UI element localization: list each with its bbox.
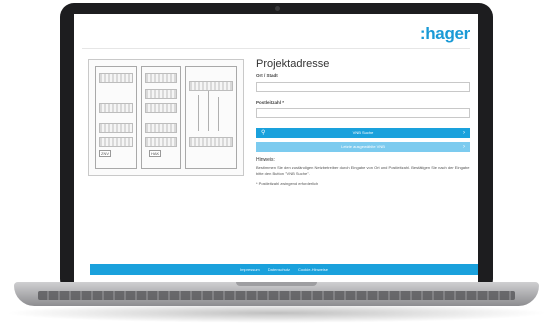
diagram-row <box>99 103 133 113</box>
zip-input[interactable] <box>256 108 470 118</box>
footer-link-impressum[interactable]: Impressum <box>240 267 260 272</box>
search-icon: ⚲ <box>261 130 266 136</box>
switchboard-diagram: HAK ZNV <box>88 59 244 176</box>
last-vnb-label: Letzte ausgewählte VNB <box>341 144 385 149</box>
diagram-row <box>99 123 133 133</box>
diagram-wire <box>198 95 199 131</box>
hint-text: Bestimmen Sie den zuständigen Netzbetrei… <box>256 165 470 176</box>
webcam-icon <box>274 6 280 11</box>
diagram-wire <box>208 91 209 131</box>
city-label: Ort / Stadt <box>256 73 278 78</box>
laptop-shadow <box>4 303 549 323</box>
diagram-row <box>99 137 133 147</box>
diagram-row <box>189 81 233 91</box>
hint-title: Hinweis: <box>256 157 275 163</box>
vnb-search-label: VNB Suche <box>352 130 374 135</box>
laptop-notch <box>236 282 317 286</box>
diagram-row <box>145 73 177 83</box>
browser-screen: :hager HAK ZNV Projektadresse Ort / Stad… <box>74 14 478 282</box>
diagram-row <box>189 137 233 147</box>
diagram-row <box>145 123 177 133</box>
header-divider <box>82 48 470 49</box>
chevron-right-icon: › <box>463 130 465 136</box>
diagram-row <box>145 137 177 147</box>
laptop-keyboard <box>38 291 515 300</box>
zip-label: Postleitzahl * <box>256 99 285 105</box>
diagram-wire <box>218 97 219 131</box>
hager-logo[interactable]: :hager <box>420 24 470 44</box>
address-form: Projektadresse Ort / Stadt Postleitzahl … <box>256 58 470 186</box>
diagram-column <box>185 66 237 169</box>
city-input[interactable] <box>256 81 470 92</box>
diagram-tag: HAK <box>149 150 162 157</box>
footer-bar: Impressum Datenschutz Cookie-Hinweise <box>90 264 478 275</box>
chevron-right-icon: › <box>463 144 465 150</box>
diagram-row <box>145 103 177 113</box>
vnb-search-button[interactable]: ⚲ VNB Suche › <box>256 128 470 138</box>
footer-link-datenschutz[interactable]: Datenschutz <box>268 267 290 272</box>
diagram-tag: ZNV <box>99 150 111 157</box>
footer-link-cookies[interactable]: Cookie-Hinweise <box>298 267 328 272</box>
diagram-row <box>145 89 177 99</box>
required-note: * Postleitzahl zwingend erforderlich <box>256 181 319 186</box>
last-vnb-button[interactable]: Letzte ausgewählte VNB › <box>256 142 470 152</box>
diagram-row <box>99 73 133 83</box>
page-title: Projektadresse <box>256 58 330 70</box>
